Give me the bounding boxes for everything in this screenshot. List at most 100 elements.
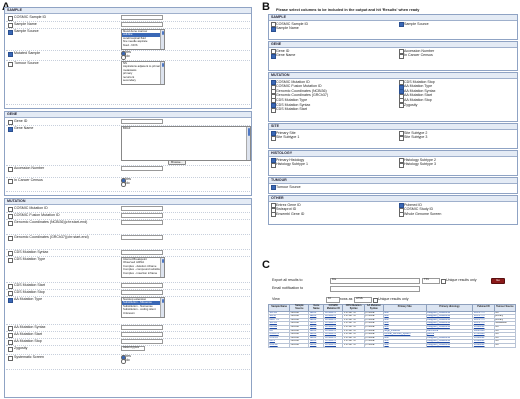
include-checkbox[interactable] bbox=[8, 61, 13, 67]
include-checkbox[interactable] bbox=[8, 15, 13, 21]
include-checkbox[interactable] bbox=[8, 51, 13, 57]
radio-label: No bbox=[125, 54, 130, 59]
list-scrollbar[interactable] bbox=[160, 29, 164, 49]
gene-name-textarea[interactable]: BRAF bbox=[121, 125, 251, 161]
multi-select-list[interactable]: blood-bone marrow cell-line cerebrospinal … bbox=[121, 28, 165, 50]
include-checkbox[interactable] bbox=[8, 126, 13, 132]
table-cell: cell-line bbox=[289, 342, 310, 348]
field-label: AA Mutation Stop bbox=[14, 339, 42, 343]
go-button[interactable]: Go bbox=[491, 278, 505, 284]
include-checkbox[interactable] bbox=[8, 290, 13, 296]
list-scrollbar[interactable] bbox=[160, 257, 164, 277]
column-header[interactable]: Tumour Source bbox=[493, 304, 517, 312]
column-label: Tumour Source bbox=[276, 184, 301, 189]
list-option[interactable]: secondary bbox=[122, 79, 164, 83]
include-checkbox[interactable] bbox=[8, 283, 13, 289]
cell-link[interactable]: 16188081 bbox=[472, 342, 495, 348]
text-input[interactable] bbox=[121, 219, 163, 226]
text-input[interactable] bbox=[121, 14, 163, 21]
format-select[interactable]: TSV bbox=[422, 278, 440, 284]
include-checkbox[interactable] bbox=[8, 250, 13, 256]
include-checkbox[interactable] bbox=[8, 213, 13, 219]
column-header[interactable]: Sample Name bbox=[267, 304, 291, 312]
list-option[interactable]: Unknown bbox=[122, 311, 164, 316]
include-checkbox[interactable] bbox=[8, 325, 13, 331]
cell-link[interactable]: malignant_melanoma bbox=[425, 342, 474, 348]
multi-select-list[interactable]: Nonstop extension Substitution - Missense… bbox=[121, 296, 165, 318]
text-input[interactable] bbox=[121, 165, 163, 172]
field-label: CDS Mutation Stop bbox=[14, 290, 45, 294]
export-label: Export all results to bbox=[272, 278, 303, 282]
column-header[interactable]: COSMIC Mutation ID bbox=[323, 304, 344, 312]
column-header[interactable]: CDS Mutation Syntax bbox=[342, 304, 365, 312]
list-option[interactable]: Complex - insertion inframe bbox=[122, 271, 164, 276]
text-input[interactable] bbox=[121, 338, 163, 345]
text-input[interactable] bbox=[121, 21, 163, 28]
column-label: Site Subtype 3 bbox=[404, 135, 428, 140]
list-scrollbar[interactable] bbox=[160, 297, 164, 317]
include-checkbox[interactable] bbox=[8, 119, 13, 125]
include-checkbox[interactable] bbox=[8, 355, 13, 361]
text-input[interactable] bbox=[121, 205, 163, 212]
column-header[interactable]: Pubmed ID bbox=[472, 304, 495, 312]
export-select[interactable]: File bbox=[330, 278, 420, 284]
field-label: In Cancer Census bbox=[14, 178, 43, 182]
text-input[interactable] bbox=[121, 331, 163, 338]
text-input[interactable] bbox=[121, 324, 163, 331]
text-input[interactable] bbox=[121, 289, 163, 296]
field-label: AA Mutation Type bbox=[14, 297, 43, 301]
select-value: Heterozygous bbox=[123, 346, 140, 350]
cell-link[interactable]: M13-12 bbox=[267, 342, 291, 348]
column-label: Site Subtype 2 bbox=[404, 130, 428, 135]
cell-link[interactable]: COSM476 bbox=[323, 342, 344, 348]
select-value: File bbox=[332, 278, 337, 282]
textarea-scrollbar[interactable] bbox=[246, 126, 250, 160]
field-label: Mutated Sample bbox=[14, 51, 41, 55]
scroll-thumb[interactable] bbox=[161, 258, 164, 263]
scroll-thumb[interactable] bbox=[161, 298, 164, 303]
list-scrollbar[interactable] bbox=[160, 61, 164, 85]
include-checkbox[interactable] bbox=[8, 257, 13, 263]
include-checkbox[interactable] bbox=[8, 29, 13, 35]
zygosity-select[interactable]: Heterozygous bbox=[121, 345, 145, 352]
email-input[interactable] bbox=[330, 286, 420, 292]
cell-link[interactable]: BRAF bbox=[308, 342, 325, 348]
b-group-mutation: MUTATION COSMIC Mutation ID CDS Mutation S… bbox=[268, 72, 518, 122]
include-checkbox[interactable] bbox=[8, 206, 13, 212]
field-label: Gene Name bbox=[14, 126, 34, 130]
multi-select-list[interactable]: NSAspirations adjacent to primary tumour… bbox=[121, 60, 165, 86]
scroll-thumb[interactable] bbox=[161, 30, 164, 35]
text-input[interactable] bbox=[121, 212, 163, 219]
list-option[interactable]: fixed - NOS bbox=[122, 43, 164, 48]
column-header[interactable]: Primary Histology bbox=[425, 304, 474, 312]
column-header[interactable]: Gene Name bbox=[308, 304, 325, 312]
field-label: Genomic Coordinates (GRCh37)(chr:start-e… bbox=[14, 235, 89, 239]
include-checkbox[interactable] bbox=[8, 297, 13, 303]
text-input[interactable] bbox=[121, 118, 163, 125]
include-checkbox[interactable] bbox=[8, 339, 13, 345]
field-label: Systematic Screen bbox=[14, 355, 44, 359]
column-header[interactable]: AA Mutation Syntax bbox=[363, 304, 384, 312]
rows-select[interactable]: 10 bbox=[326, 297, 340, 303]
output-format-select[interactable]: HTML bbox=[354, 297, 372, 303]
column-header[interactable]: Sample Source bbox=[289, 304, 310, 312]
include-checkbox[interactable] bbox=[8, 22, 13, 28]
scroll-thumb[interactable] bbox=[247, 127, 250, 136]
include-checkbox[interactable] bbox=[8, 346, 13, 352]
column-label: Gene Name bbox=[276, 53, 296, 58]
multi-select-list[interactable]: Inferred Breakpoint Observed mRNA Complex … bbox=[121, 256, 165, 278]
text-input[interactable] bbox=[121, 249, 163, 256]
scroll-thumb[interactable] bbox=[161, 62, 164, 67]
text-input[interactable] bbox=[121, 234, 163, 241]
cell-link[interactable]: skin bbox=[382, 342, 427, 348]
include-checkbox[interactable] bbox=[8, 220, 13, 226]
include-checkbox[interactable] bbox=[8, 332, 13, 338]
sample-fieldset: SAMPLE COSMIC Sample ID Sample Name Sample … bbox=[4, 7, 252, 109]
table-cell: c.1799T>A bbox=[342, 342, 365, 348]
sample-row: Sample Source blood-bone marrow cell-line c… bbox=[6, 28, 250, 51]
column-header[interactable]: Primary Site bbox=[382, 304, 427, 312]
include-checkbox[interactable] bbox=[8, 178, 13, 184]
text-input[interactable] bbox=[121, 282, 163, 289]
include-checkbox[interactable] bbox=[8, 166, 13, 172]
include-checkbox[interactable] bbox=[8, 235, 13, 241]
